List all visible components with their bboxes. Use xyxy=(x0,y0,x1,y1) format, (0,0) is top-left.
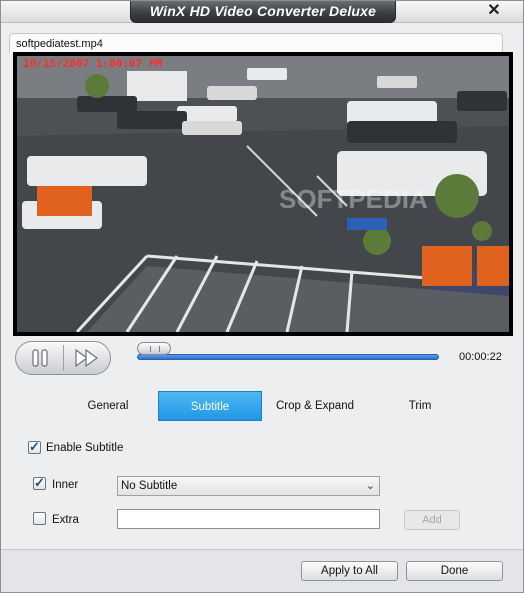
tab-subtitle[interactable]: Subtitle xyxy=(158,391,262,421)
title-tab: WinX HD Video Converter Deluxe xyxy=(130,1,396,23)
window-title: WinX HD Video Converter Deluxe xyxy=(149,3,377,19)
close-icon[interactable]: ✕ xyxy=(485,2,503,20)
pause-button[interactable] xyxy=(18,344,62,372)
tab-trim[interactable]: Trim xyxy=(368,391,472,421)
parking-lot-scene: SOFTPEDIA xyxy=(17,56,509,332)
video-preview: SOFTPEDIA 10/15/2007 1:00:07 PM xyxy=(13,52,513,336)
controls-divider xyxy=(63,345,64,371)
chevron-down-icon: ⌄ xyxy=(365,480,375,492)
settings-tabs: General Subtitle Crop & Expand Trim xyxy=(58,391,478,421)
enable-subtitle-label: Enable Subtitle xyxy=(46,442,124,454)
fast-forward-icon xyxy=(75,348,99,368)
apply-to-all-button[interactable]: Apply to All xyxy=(301,561,398,581)
tab-general[interactable]: General xyxy=(58,391,158,421)
fast-forward-button[interactable] xyxy=(65,344,109,372)
elapsed-time: 00:00:22 xyxy=(459,351,502,363)
svg-text:SOFTPEDIA: SOFTPEDIA xyxy=(279,184,428,214)
inner-checkbox[interactable] xyxy=(33,475,46,491)
title-bar[interactable]: WinX HD Video Converter Deluxe ✕ xyxy=(1,1,523,23)
extra-label: Extra xyxy=(52,514,79,526)
subtitle-panel: Enable Subtitle Inner No Subtitle ⌄ Extr… xyxy=(9,421,515,549)
done-button[interactable]: Done xyxy=(406,561,503,581)
extra-subtitle-field[interactable] xyxy=(117,509,380,529)
playback-controls: 00:00:22 xyxy=(9,339,515,379)
footer-bar: Apply to All Done xyxy=(1,549,523,592)
enable-subtitle-checkbox[interactable] xyxy=(28,439,41,455)
converter-window: WinX HD Video Converter Deluxe ✕ softped… xyxy=(0,0,524,593)
extra-checkbox[interactable] xyxy=(33,512,46,525)
video-timestamp: 10/15/2007 1:00:07 PM xyxy=(23,57,163,70)
video-frame: SOFTPEDIA 10/15/2007 1:00:07 PM xyxy=(17,56,509,332)
inner-subtitle-select[interactable]: No Subtitle ⌄ xyxy=(117,476,380,496)
tab-crop-expand[interactable]: Crop & Expand xyxy=(262,391,368,421)
file-name: softpediatest.mp4 xyxy=(16,38,103,50)
add-button[interactable]: Add xyxy=(404,510,460,530)
file-tab[interactable]: softpediatest.mp4 xyxy=(9,33,503,53)
inner-label: Inner xyxy=(52,479,79,491)
seek-handle[interactable] xyxy=(137,342,171,355)
play-controls-group xyxy=(15,341,111,375)
pause-icon xyxy=(32,349,48,367)
seek-bar[interactable] xyxy=(137,354,439,360)
inner-subtitle-value: No Subtitle xyxy=(121,480,178,492)
